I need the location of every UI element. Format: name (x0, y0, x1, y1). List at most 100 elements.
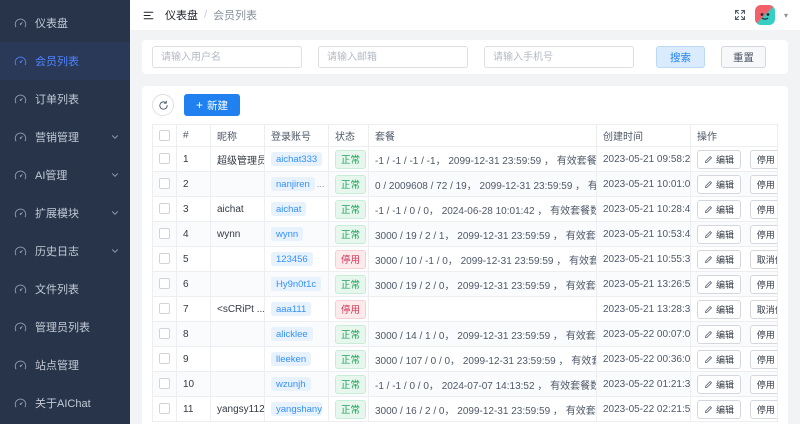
sidebar-item[interactable]: 站点管理 (0, 346, 130, 384)
search-button[interactable]: 搜索 (656, 46, 705, 68)
dashboard-gauge-icon (14, 245, 27, 258)
table-row: 11 yangsy112 yangshanya 正常 3000 / 16 / 2… (153, 397, 778, 422)
email-input[interactable] (318, 46, 468, 68)
collapse-menu-icon[interactable] (142, 9, 155, 22)
sidebar-item[interactable]: 文件列表 (0, 270, 130, 308)
edit-button[interactable]: 编辑 (697, 150, 741, 169)
phone-input[interactable] (484, 46, 634, 68)
cell-status: 正常 (329, 222, 369, 247)
cell-created: 2023-05-21 10:01:02 (597, 172, 691, 197)
edit-button[interactable]: 编辑 (697, 200, 741, 219)
table-header-row: # 昵称 登录账号 状态 套餐 创建时间 操作 (153, 125, 778, 147)
dashboard-gauge-icon (14, 17, 27, 30)
toggle-disable-button[interactable]: 停用 (750, 350, 778, 369)
chevron-down-icon (110, 208, 120, 218)
create-button[interactable]: + 新建 (184, 94, 240, 116)
edit-button[interactable]: 编辑 (697, 300, 741, 319)
sidebar-item[interactable]: 营销管理 (0, 118, 130, 156)
row-checkbox[interactable] (159, 403, 170, 414)
breadcrumb-dashboard[interactable]: 仪表盘 (165, 7, 198, 23)
sidebar-item[interactable]: 管理员列表 (0, 308, 130, 346)
toggle-disable-button[interactable]: 停用 (750, 225, 778, 244)
dashboard-gauge-icon (14, 207, 27, 220)
refresh-button[interactable] (152, 94, 174, 116)
row-checkbox[interactable] (159, 353, 170, 364)
edit-button-label: 编辑 (716, 353, 734, 366)
col-header-account: 登录账号 (265, 125, 329, 147)
select-all-checkbox[interactable] (159, 130, 170, 141)
sidebar-item[interactable]: 关于AIChat (0, 384, 130, 422)
toggle-disable-button[interactable]: 停用 (750, 150, 778, 169)
cell-status: 正常 (329, 322, 369, 347)
row-checkbox[interactable] (159, 253, 170, 264)
sidebar-item[interactable]: 会员列表 (0, 42, 130, 80)
cell-created: 2023-05-22 01:21:32 (597, 372, 691, 397)
sidebar-item[interactable]: 订单列表 (0, 80, 130, 118)
edit-button[interactable]: 编辑 (697, 275, 741, 294)
cell-index: 6 (177, 272, 211, 297)
cell-operations: 编辑 停用 (691, 147, 778, 172)
pencil-icon (704, 230, 713, 239)
toggle-disable-button[interactable]: 停用 (750, 400, 778, 419)
row-checkbox[interactable] (159, 328, 170, 339)
toggle-disable-button[interactable]: 停用 (750, 375, 778, 394)
toggle-disable-button[interactable]: 停用 (750, 175, 778, 194)
edit-button[interactable]: 编辑 (697, 175, 741, 194)
dashboard-gauge-icon (14, 131, 27, 144)
cell-package: 3000 / 16 / 2 / 0， 2099-12-31 23:59:59 ，… (369, 397, 597, 422)
dashboard-gauge-icon (14, 169, 27, 182)
toggle-disable-button[interactable]: 停用 (750, 275, 778, 294)
status-badge: 停用 (335, 250, 366, 269)
status-badge: 正常 (335, 375, 366, 394)
cell-account: wynn (265, 222, 329, 247)
edit-button[interactable]: 编辑 (697, 250, 741, 269)
topbar-right: ▾ (734, 5, 788, 25)
account-tag: 123456 (271, 252, 313, 266)
table-row: 1 超级管理员 aichat333 正常 -1 / -1 / -1 / -1， … (153, 147, 778, 172)
account-tag: aaa111 (271, 302, 311, 316)
row-checkbox[interactable] (159, 153, 170, 164)
pencil-icon (704, 355, 713, 364)
row-checkbox[interactable] (159, 378, 170, 389)
cell-created: 2023-05-21 13:28:34 (597, 297, 691, 322)
username-input[interactable] (152, 46, 302, 68)
reset-button[interactable]: 重置 (721, 46, 766, 68)
cell-created: 2023-05-21 09:58:22 (597, 147, 691, 172)
edit-button[interactable]: 编辑 (697, 325, 741, 344)
dashboard-gauge-icon (14, 283, 27, 296)
cell-nickname: aichat (211, 197, 265, 222)
sidebar-item[interactable]: AI管理 (0, 156, 130, 194)
status-badge: 正常 (335, 150, 366, 169)
row-checkbox[interactable] (159, 178, 170, 189)
row-checkbox[interactable] (159, 228, 170, 239)
toggle-disable-button[interactable]: 停用 (750, 325, 778, 344)
status-badge: 正常 (335, 225, 366, 244)
edit-button[interactable]: 编辑 (697, 375, 741, 394)
toggle-disable-button[interactable]: 取消停用 (750, 300, 778, 319)
sidebar-item[interactable]: 扩展模块 (0, 194, 130, 232)
table-row: 8 alicklee 正常 3000 / 14 / 1 / 0， 2099-12… (153, 322, 778, 347)
edit-button[interactable]: 编辑 (697, 350, 741, 369)
row-checkbox[interactable] (159, 203, 170, 214)
col-header-package: 套餐 (369, 125, 597, 147)
sidebar-item[interactable]: 历史日志 (0, 232, 130, 270)
toggle-disable-button[interactable]: 取消停用 (750, 250, 778, 269)
row-checkbox[interactable] (159, 278, 170, 289)
refresh-icon (158, 100, 169, 111)
dashboard-gauge-icon (14, 359, 27, 372)
sidebar-item[interactable]: 仪表盘 (0, 4, 130, 42)
col-header-nickname: 昵称 (211, 125, 265, 147)
avatar[interactable] (755, 5, 775, 25)
edit-button[interactable]: 编辑 (697, 400, 741, 419)
fullscreen-icon[interactable] (734, 9, 746, 21)
caret-down-icon[interactable]: ▾ (784, 11, 788, 20)
toggle-disable-button[interactable]: 停用 (750, 200, 778, 219)
cell-package (369, 297, 597, 322)
row-checkbox[interactable] (159, 303, 170, 314)
table-row: 9 lleeken 正常 3000 / 107 / 0 / 0， 2099-12… (153, 347, 778, 372)
edit-button[interactable]: 编辑 (697, 225, 741, 244)
account-tag: wynn (271, 227, 303, 241)
edit-button-label: 编辑 (716, 203, 734, 216)
cell-nickname (211, 272, 265, 297)
account-tag: Hy9n0t1c (271, 277, 321, 291)
